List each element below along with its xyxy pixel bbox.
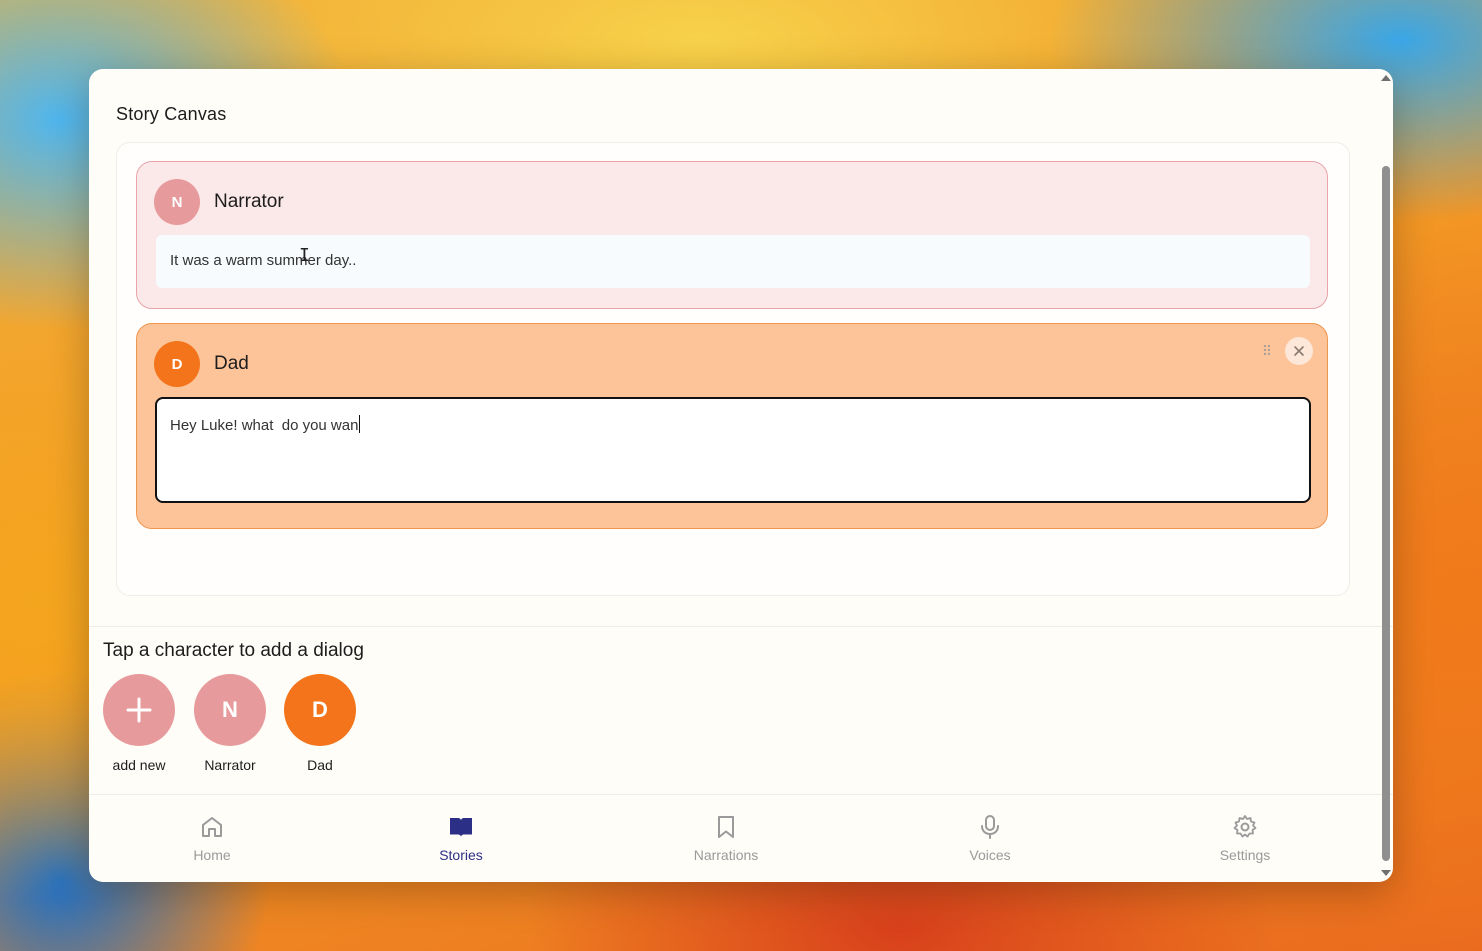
bookmark-icon bbox=[718, 816, 734, 838]
character-dad-button[interactable]: D Dad bbox=[284, 674, 356, 773]
scroll-up-icon[interactable] bbox=[1381, 75, 1391, 81]
plus-icon bbox=[103, 674, 175, 746]
nav-item-stories[interactable]: Stories bbox=[401, 813, 521, 863]
character-picker-hint: Tap a character to add a dialog bbox=[103, 640, 364, 661]
nav-item-voices[interactable]: Voices bbox=[930, 813, 1050, 863]
dialog-card-narrator[interactable]: N Narrator It was a warm summer day.. bbox=[136, 161, 1328, 309]
add-character-button[interactable]: add new bbox=[103, 674, 175, 773]
nav-item-home[interactable]: Home bbox=[152, 813, 272, 863]
nav-label: Settings bbox=[1219, 847, 1271, 863]
scroll-down-icon[interactable] bbox=[1381, 870, 1391, 876]
book-icon bbox=[450, 818, 472, 837]
nav-label: Narrations bbox=[693, 847, 759, 863]
avatar: N bbox=[154, 179, 200, 225]
text-caret bbox=[359, 415, 361, 433]
character-label: Dad bbox=[307, 757, 333, 773]
nav-label: Stories bbox=[439, 847, 483, 863]
microphone-icon bbox=[981, 815, 999, 839]
avatar: D bbox=[154, 341, 200, 387]
divider bbox=[89, 626, 1393, 627]
dialog-card-dad[interactable]: D Dad ⠿ Hey Luke! what do you wan bbox=[136, 323, 1328, 529]
close-icon[interactable] bbox=[1285, 337, 1313, 365]
character-avatar: N bbox=[194, 674, 266, 746]
page-title: Story Canvas bbox=[116, 104, 227, 124]
character-name: Dad bbox=[214, 353, 249, 374]
drag-handle-icon[interactable]: ⠿ bbox=[1262, 343, 1272, 359]
character-label: add new bbox=[112, 757, 166, 773]
nav-item-settings[interactable]: Settings bbox=[1185, 813, 1305, 863]
character-name: Narrator bbox=[214, 191, 284, 212]
home-icon bbox=[202, 817, 222, 837]
dialog-text[interactable]: It was a warm summer day.. bbox=[156, 235, 1310, 288]
character-narrator-button[interactable]: N Narrator bbox=[194, 674, 266, 773]
bottom-nav: Home Stories Narrations Voices Settings bbox=[89, 795, 1379, 882]
story-canvas: N Narrator It was a warm summer day.. D … bbox=[116, 142, 1350, 596]
gear-icon bbox=[1233, 815, 1257, 838]
character-avatar: D bbox=[284, 674, 356, 746]
nav-label: Voices bbox=[969, 847, 1011, 863]
nav-item-narrations[interactable]: Narrations bbox=[666, 813, 786, 863]
character-picker: add new N Narrator D Dad bbox=[103, 674, 403, 774]
nav-label: Home bbox=[193, 847, 231, 863]
text-cursor-icon: I bbox=[299, 245, 310, 266]
scrollbar-thumb[interactable] bbox=[1382, 166, 1390, 861]
scrollbar[interactable] bbox=[1379, 69, 1393, 882]
dialog-text: Hey Luke! what do you wan bbox=[170, 417, 359, 434]
app-window: Story Canvas N Narrator It was a warm su… bbox=[89, 69, 1393, 882]
character-label: Narrator bbox=[204, 757, 256, 773]
dialog-text-input[interactable]: Hey Luke! what do you wan bbox=[155, 397, 1311, 503]
